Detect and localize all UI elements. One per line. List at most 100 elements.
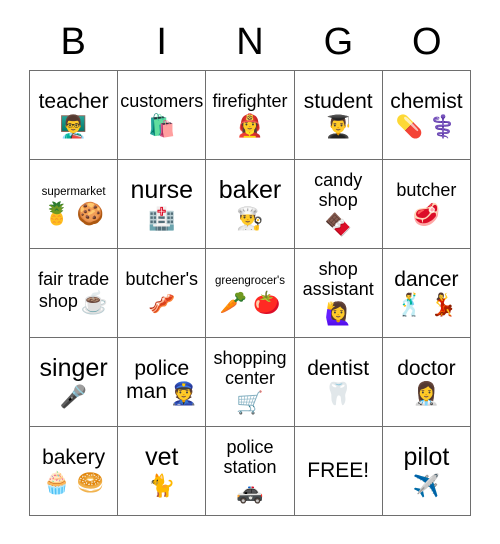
bingo-cell-label: greengrocer's	[215, 275, 285, 288]
bingo-cell[interactable]: shopping center 🛒	[206, 338, 295, 427]
bingo-cell-label: FREE!	[307, 459, 370, 483]
bingo-cell-content: student 👨‍🎓	[304, 90, 373, 139]
bingo-cell-label: firefighter	[212, 90, 288, 111]
bingo-cell-label: police station	[223, 437, 277, 477]
bingo-cell[interactable]: nurse 🏥	[118, 160, 207, 249]
bingo-cell-content: dentist 🦷	[307, 357, 369, 406]
bingo-cell[interactable]: firefighter 👩‍🚒	[206, 71, 295, 160]
header-letter-n: N	[236, 21, 264, 63]
bingo-cell-content: butcher 🥩	[396, 179, 457, 227]
bingo-cell-content: teacher 👨‍🏫	[39, 90, 109, 139]
bingo-cell-content: candy shop 🍫	[297, 170, 380, 237]
shopping-bags-emoji: 🛍️	[148, 112, 176, 138]
police-car-emoji: 🚓	[236, 478, 264, 504]
bingo-cell[interactable]: student 👨‍🎓	[294, 71, 383, 160]
airplane-emoji: ✈️	[412, 472, 441, 498]
shopping-cart-emoji: 🛒	[236, 389, 264, 415]
bingo-cell-content: pilot ✈️	[403, 443, 450, 498]
bingo-cell-label: dancer	[394, 268, 459, 292]
woman-firefighter-emoji: 👩‍🚒	[236, 112, 264, 138]
bingo-cell-content: FREE!	[307, 459, 369, 482]
bacon-emoji: 🥓	[148, 290, 176, 316]
bingo-cell[interactable]: butcher 🥩	[382, 160, 471, 249]
header-letter-b: B	[60, 21, 86, 63]
bingo-cell-content: vet 🐈	[145, 443, 179, 498]
bingo-cell[interactable]: police man 👮	[118, 338, 207, 427]
student-emoji: 👨‍🎓	[324, 114, 352, 140]
bingo-cell-content: butcher's 🥓	[125, 268, 199, 316]
pineapple-and-cookie-emoji: 🍍 🍪	[43, 200, 105, 226]
bingo-cell[interactable]: vet 🐈	[118, 427, 207, 516]
microphone-emoji: 🎤	[59, 383, 88, 409]
bingo-cell-content: supermarket 🍍 🍪	[42, 182, 106, 226]
bingo-cell-label: shop assistant	[302, 259, 374, 299]
bingo-cell-label: shopping center	[213, 348, 287, 388]
chocolate-bar-emoji: 🍫	[324, 211, 352, 237]
bingo-cell[interactable]: butcher's 🥓	[118, 249, 207, 338]
bingo-cell[interactable]: fair trade shop ☕	[30, 249, 119, 338]
bingo-cell-label: teacher	[38, 90, 109, 114]
bingo-header: B I N G O	[29, 14, 471, 70]
police-officer-emoji: 👮	[170, 381, 198, 407]
bingo-cell-label: butcher	[396, 179, 457, 200]
bingo-cell[interactable]: teacher 👨‍🏫	[30, 71, 119, 160]
bingo-cell-label: baker	[218, 176, 282, 205]
bingo-cell-label: vet	[145, 443, 179, 472]
bingo-cell-content: chemist 💊 ⚕️	[390, 90, 462, 139]
bingo-cell[interactable]: dancer 🕺 💃	[382, 249, 471, 338]
bingo-cell-label: chemist	[390, 90, 463, 114]
tooth-emoji: 🦷	[324, 381, 352, 407]
bingo-cell[interactable]: candy shop 🍫	[294, 160, 383, 249]
bingo-cell-content: singer 🎤	[40, 354, 108, 409]
header-letter-g: G	[323, 21, 354, 63]
bingo-cell-label: pilot	[403, 443, 450, 472]
bingo-cell[interactable]: bakery 🧁 🥯	[30, 427, 119, 516]
bingo-cell[interactable]: customers 🛍️	[118, 71, 207, 160]
bingo-cell-label: doctor	[397, 357, 456, 381]
bingo-cell[interactable]: baker 👨‍🍳	[206, 160, 295, 249]
bingo-cell-content: dancer 🕺 💃	[394, 268, 458, 317]
bingo-cell[interactable]: supermarket 🍍 🍪	[30, 160, 119, 249]
bingo-cell-content: bakery 🧁 🥯	[42, 446, 105, 495]
bingo-cell[interactable]: pilot ✈️	[382, 427, 471, 516]
bingo-cell[interactable]: chemist 💊 ⚕️	[382, 71, 471, 160]
bingo-cell-content: firefighter 👩‍🚒	[212, 90, 288, 138]
cook-emoji: 👨‍🍳	[236, 205, 264, 231]
bingo-cell-label: supermarket	[41, 186, 106, 199]
cut-of-meat-emoji: 🥩	[412, 201, 441, 227]
hot-beverage-emoji: ☕	[80, 290, 109, 316]
pill-and-medical-symbol-emoji: 💊 ⚕️	[395, 114, 457, 140]
bingo-cell[interactable]: dentist 🦷	[294, 338, 383, 427]
bingo-cell-label: nurse	[130, 176, 194, 205]
bingo-cell-label: student	[303, 90, 373, 114]
bingo-cell-label: butcher's	[125, 268, 199, 289]
bingo-cell[interactable]: police station 🚓	[206, 427, 295, 516]
cupcake-and-bagel-emoji: 🧁 🥯	[43, 470, 105, 496]
bingo-cell-content: shopping center 🛒	[208, 348, 291, 415]
bingo-cell-label: dentist	[307, 357, 370, 381]
woman-raising-hand-emoji: 🙋‍♀️	[324, 300, 352, 326]
bingo-cell-content: doctor 👩‍⚕️	[397, 357, 455, 406]
bingo-cell[interactable]: doctor 👩‍⚕️	[382, 338, 471, 427]
header-letter-o: O	[412, 21, 442, 63]
hospital-emoji: 🏥	[148, 205, 176, 231]
bingo-cell-content: baker 👨‍🍳	[218, 176, 282, 231]
bingo-cell-content: police man 👮	[120, 357, 203, 407]
bingo-cell-content: fair trade shop ☕	[32, 270, 115, 316]
bingo-cell[interactable]: singer 🎤	[30, 338, 119, 427]
bingo-cell-content: nurse 🏥	[130, 176, 194, 231]
bingo-cell[interactable]: shop assistant 🙋‍♀️	[294, 249, 383, 338]
bingo-cell-content: shop assistant 🙋‍♀️	[297, 259, 380, 326]
bingo-cell-label: customers	[120, 90, 204, 111]
bingo-cell[interactable]: FREE!	[294, 427, 383, 516]
bingo-cell-label: candy shop	[314, 170, 363, 210]
bingo-grid: teacher 👨‍🏫 customers 🛍️ firefighter 👩‍🚒 stude…	[29, 70, 471, 516]
bingo-cell-label: bakery	[42, 446, 106, 470]
man-dancing-and-woman-dancing-emoji: 🕺 💃	[395, 292, 457, 318]
cat-emoji: 🐈	[148, 472, 176, 498]
bingo-cell[interactable]: greengrocer's 🥕 🍅	[206, 249, 295, 338]
bingo-card: B I N G O teacher 👨‍🏫 customers 🛍️ firefight…	[0, 0, 500, 544]
carrot-and-tomato-emoji: 🥕 🍅	[219, 289, 281, 315]
bingo-cell-content: customers 🛍️	[120, 90, 204, 138]
header-letter-i: I	[156, 21, 167, 63]
